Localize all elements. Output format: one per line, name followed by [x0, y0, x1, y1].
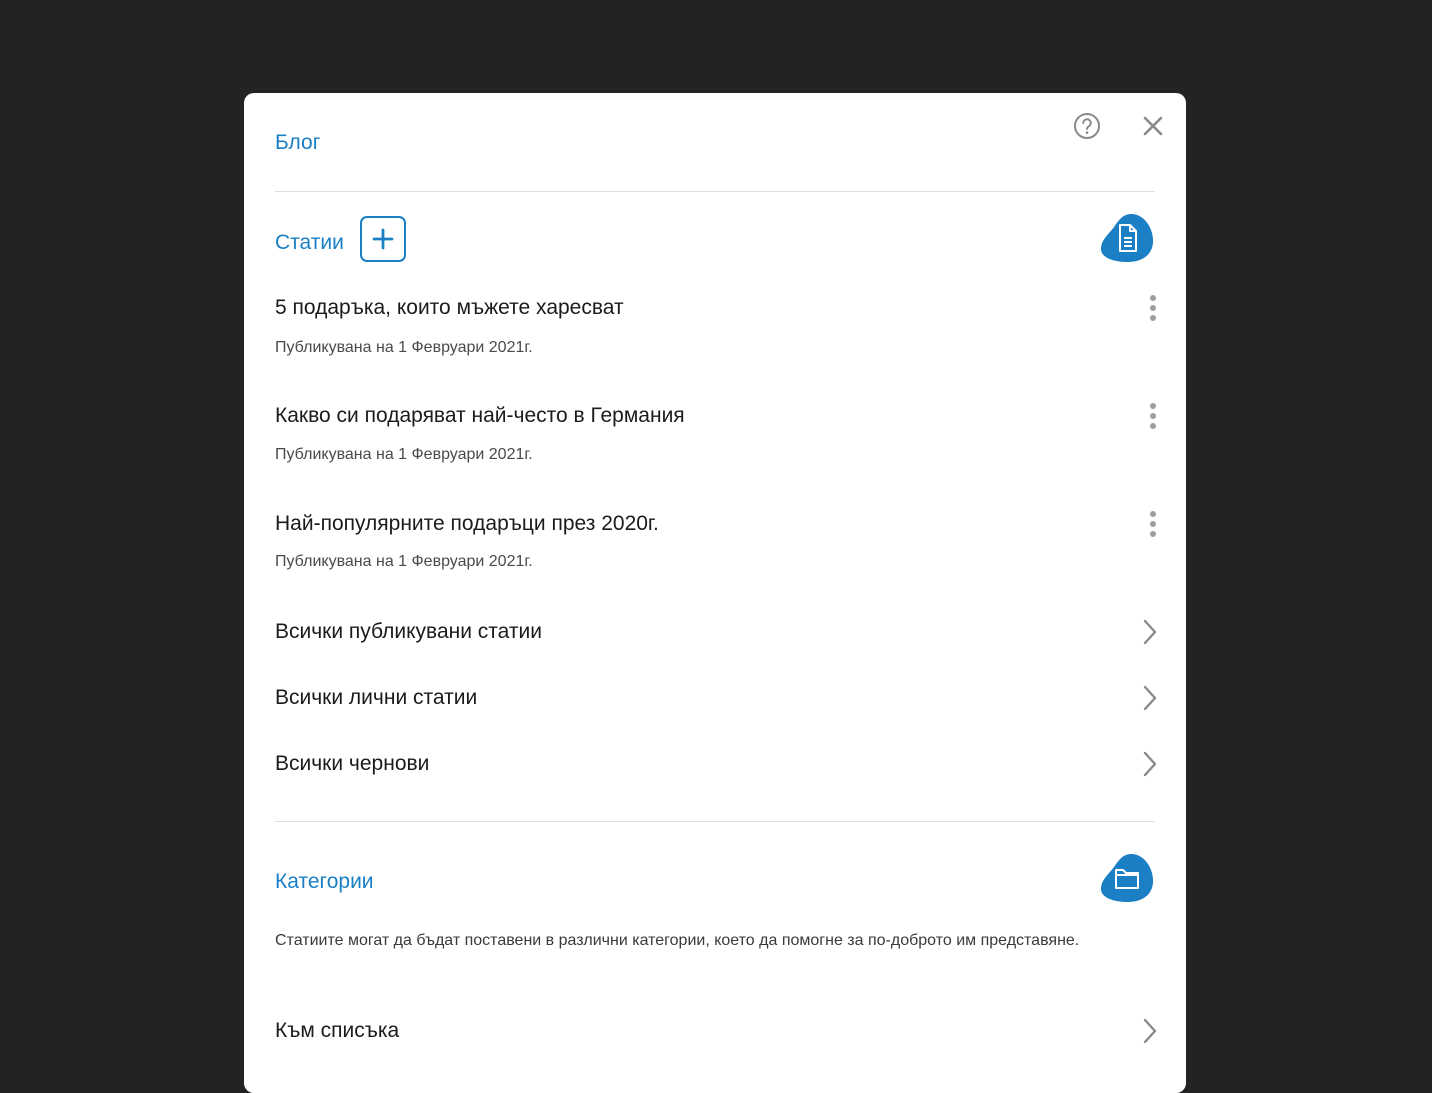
- chevron-right-icon: [1143, 619, 1157, 645]
- categories-heading: Категории: [275, 870, 374, 893]
- link-label: Всички чернови: [275, 752, 430, 775]
- chevron-right-icon: [1143, 685, 1157, 711]
- more-vertical-icon-dot: [1150, 423, 1156, 429]
- categories-list-link[interactable]: Към списъка: [275, 1011, 1160, 1051]
- article-meta: Публикувана на 1 Февруари 2021г.: [275, 446, 533, 463]
- article-menu-button[interactable]: [1143, 400, 1163, 432]
- more-vertical-icon-dot: [1150, 531, 1156, 537]
- article-title[interactable]: 5 подаръка, които мъжете харесват: [275, 296, 624, 320]
- categories-description: Статиите могат да бъдат поставени в разл…: [275, 932, 1080, 949]
- more-vertical-icon-dot: [1150, 511, 1156, 517]
- dialog-title: Блог: [275, 131, 321, 154]
- all-published-articles-link[interactable]: Всички публикувани статии: [275, 612, 1160, 652]
- article-title[interactable]: Какво си подаряват най-често в Германия: [275, 404, 685, 428]
- link-label: Към списъка: [275, 1019, 400, 1042]
- close-button[interactable]: [1137, 110, 1169, 142]
- article-meta: Публикувана на 1 Февруари 2021г.: [275, 339, 533, 356]
- add-article-button[interactable]: [360, 216, 406, 262]
- chevron-right-icon: [1143, 751, 1157, 777]
- blog-dialog: Блог Статии 5 подаръка, които мъжете хар…: [244, 93, 1186, 1093]
- document-icon: [1101, 213, 1154, 262]
- article-meta: Публикувана на 1 Февруари 2021г.: [275, 553, 533, 570]
- more-vertical-icon-dot: [1150, 403, 1156, 409]
- more-vertical-icon-dot: [1150, 315, 1156, 321]
- article-menu-button[interactable]: [1143, 508, 1163, 540]
- more-vertical-icon-dot: [1150, 521, 1156, 527]
- folder-icon: [1101, 853, 1154, 902]
- close-icon: [1143, 116, 1163, 136]
- more-vertical-icon-dot: [1150, 413, 1156, 419]
- articles-heading: Статии: [275, 231, 344, 254]
- help-circle-icon: [1074, 113, 1100, 139]
- link-label: Всички публикувани статии: [275, 620, 542, 643]
- article-menu-button[interactable]: [1143, 292, 1163, 324]
- article-title[interactable]: Най-популярните подаръци през 2020г.: [275, 512, 659, 536]
- more-vertical-icon-dot: [1150, 305, 1156, 311]
- link-label: Всички лични статии: [275, 686, 478, 709]
- all-private-articles-link[interactable]: Всички лични статии: [275, 678, 1160, 718]
- plus-icon: [372, 228, 394, 250]
- divider: [275, 191, 1155, 192]
- all-drafts-link[interactable]: Всички чернови: [275, 744, 1160, 784]
- more-vertical-icon-dot: [1150, 295, 1156, 301]
- chevron-right-icon: [1143, 1018, 1157, 1044]
- help-button[interactable]: [1071, 110, 1103, 142]
- divider: [275, 821, 1155, 822]
